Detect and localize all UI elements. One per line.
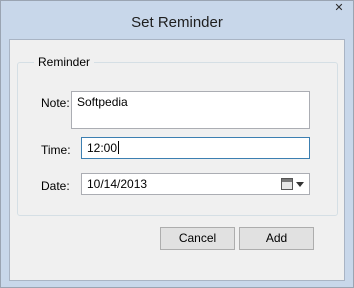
date-value: 10/14/2013 xyxy=(87,177,148,191)
set-reminder-dialog: Set Reminder ✕ Reminder Note: Softpedia … xyxy=(0,0,354,288)
reminder-group-label: Reminder xyxy=(34,55,95,69)
close-icon: ✕ xyxy=(334,2,344,14)
title-bar[interactable]: Set Reminder ✕ xyxy=(1,1,353,41)
dialog-body: Reminder Note: Softpedia Time: 12:00 Dat… xyxy=(9,39,345,281)
date-label: Date: xyxy=(41,179,70,193)
time-value: 12:00 xyxy=(87,141,118,155)
note-label: Note: xyxy=(41,96,70,110)
time-label: Time: xyxy=(41,143,71,157)
close-button[interactable]: ✕ xyxy=(325,1,353,17)
chevron-down-icon[interactable] xyxy=(296,182,304,187)
calendar-icon[interactable] xyxy=(281,178,293,190)
time-input[interactable]: 12:00 xyxy=(81,137,310,159)
add-button[interactable]: Add xyxy=(239,227,314,250)
cancel-button[interactable]: Cancel xyxy=(160,227,235,250)
text-caret xyxy=(118,141,120,154)
window-title: Set Reminder xyxy=(131,14,223,31)
note-value: Softpedia xyxy=(77,95,128,109)
date-picker[interactable]: 10/14/2013 xyxy=(81,173,310,195)
note-input[interactable]: Softpedia xyxy=(71,91,310,129)
